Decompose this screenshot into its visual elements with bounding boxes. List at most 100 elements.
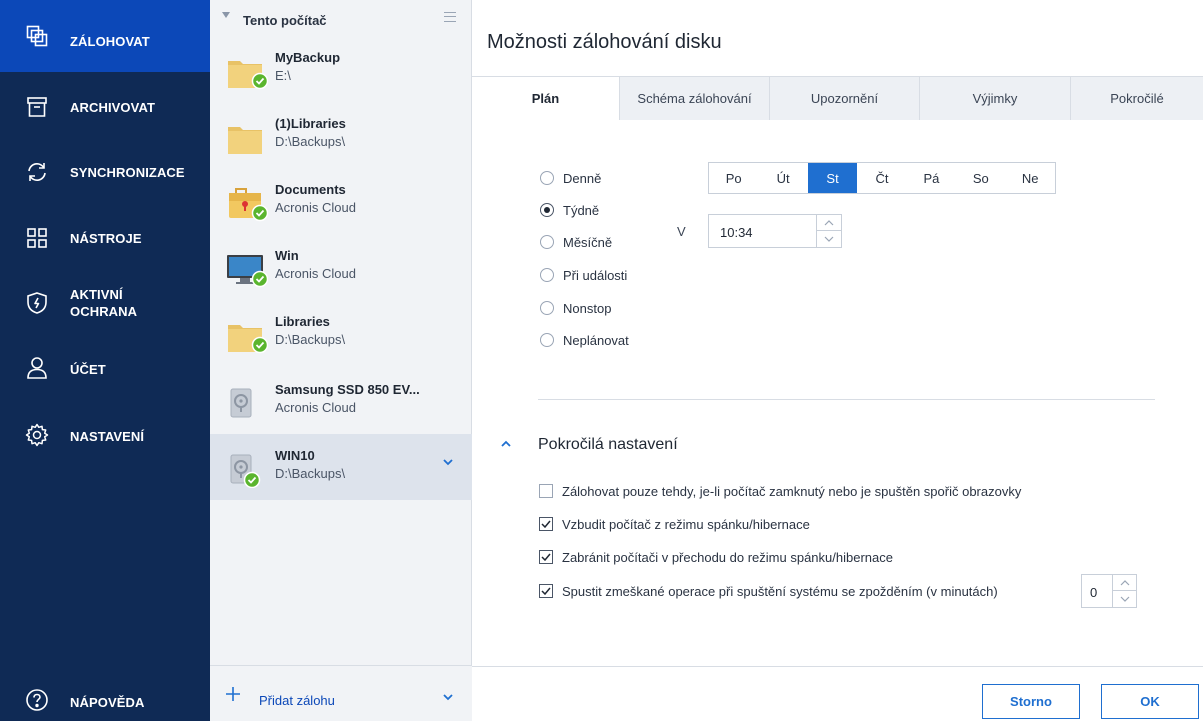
ok-button[interactable]: OK <box>1101 684 1199 719</box>
day-sat[interactable]: So <box>956 163 1005 193</box>
checkmark-icon <box>541 553 551 561</box>
nav-item-settings[interactable]: NASTAVENÍ <box>0 402 210 468</box>
backup-name: Win <box>275 248 299 263</box>
spin-up-button[interactable] <box>1113 575 1137 591</box>
backup-path: Acronis Cloud <box>275 266 356 281</box>
checkbox-label: Zabránit počítači v přechodu do režimu s… <box>562 549 893 565</box>
backup-name: Documents <box>275 182 346 197</box>
spin-down-button[interactable] <box>1113 591 1137 607</box>
schedule-none-radio[interactable]: Neplánovat <box>540 330 629 350</box>
spin-down-button[interactable] <box>817 231 841 247</box>
radio-label: Při události <box>563 267 628 283</box>
radio-label: Neplánovat <box>563 332 629 348</box>
tab-plan[interactable]: Plán <box>472 77 619 120</box>
nav-label: NASTAVENÍ <box>70 429 145 444</box>
nav-item-sync[interactable]: SYNCHRONIZACE <box>0 138 210 204</box>
briefcase-icon <box>229 188 268 222</box>
folder-icon <box>228 127 262 154</box>
backup-path: D:\Backups\ <box>275 134 346 149</box>
chevron-up-icon[interactable] <box>500 440 512 448</box>
nav-item-archive[interactable]: ARCHIVOVAT <box>0 72 210 138</box>
checkbox[interactable] <box>539 550 553 564</box>
schedule-daily-radio[interactable]: Denně <box>540 168 601 188</box>
backup-list-panel: Tento počítač MyBackup E:\ (1)Libraries … <box>210 0 472 721</box>
radio-label: Denně <box>563 170 602 186</box>
nav-label: NÁPOVĚDA <box>70 695 145 710</box>
backup-name: Samsung SSD 850 EV... <box>275 382 420 397</box>
day-thu[interactable]: Čt <box>857 163 906 193</box>
checkbox-label: Zálohovat pouze tehdy, je-li počítač zam… <box>562 483 1022 499</box>
nav-item-backup[interactable]: ZÁLOHOVAT <box>0 0 210 72</box>
checkbox[interactable] <box>539 584 553 598</box>
backup-item-win10[interactable]: WIN10 D:\Backups\ <box>210 434 472 500</box>
nav-item-tools[interactable]: NÁSTROJE <box>0 204 210 270</box>
disk-icon <box>230 454 261 488</box>
backup-name: WIN10 <box>275 448 315 463</box>
backup-item-samsung-ssd[interactable]: Samsung SSD 850 EV... Acronis Cloud <box>210 368 472 434</box>
backup-path: E:\ <box>275 68 291 83</box>
delay-minutes-input[interactable]: 0 <box>1081 574 1137 608</box>
day-tue[interactable]: Út <box>758 163 807 193</box>
nav-item-active-protection[interactable]: AKTIVNÍ OCHRANA <box>0 270 210 336</box>
account-icon <box>24 355 50 381</box>
add-backup-label: Přidat zálohu <box>259 693 335 708</box>
day-fri[interactable]: Pá <box>907 163 956 193</box>
spin-up-button[interactable] <box>817 215 841 231</box>
collapse-caret-icon[interactable] <box>222 12 230 18</box>
backup-path: Acronis Cloud <box>275 400 356 415</box>
radio-button[interactable] <box>540 235 554 249</box>
tab-backup-scheme[interactable]: Schéma zálohování <box>619 77 769 120</box>
backup-when-locked-checkbox[interactable]: Zálohovat pouze tehdy, je-li počítač zam… <box>539 481 1021 501</box>
wake-from-sleep-checkbox[interactable]: Vzbudit počítač z režimu spánku/hibernac… <box>539 514 810 534</box>
add-backup-button[interactable]: Přidat zálohu <box>210 665 472 721</box>
backup-list-title: Tento počítač <box>243 13 327 28</box>
tab-notifications[interactable]: Upozornění <box>769 77 919 120</box>
advanced-settings-title: Pokročilá nastavení <box>538 436 678 453</box>
backup-item-win[interactable]: Win Acronis Cloud <box>210 234 472 300</box>
time-input[interactable]: 10:34 <box>708 214 842 248</box>
tools-grid-icon <box>24 225 50 251</box>
nav-label: AKTIVNÍ OCHRANA <box>70 286 137 320</box>
backup-path: D:\Backups\ <box>275 466 346 481</box>
chevron-down-icon[interactable] <box>442 458 454 466</box>
menu-icon[interactable] <box>444 12 456 22</box>
delay-value: 0 <box>1090 585 1098 600</box>
checkbox[interactable] <box>539 517 553 531</box>
radio-button[interactable] <box>540 268 554 282</box>
backup-name: MyBackup <box>275 50 341 65</box>
nav-label: ZÁLOHOVAT <box>70 34 150 49</box>
backup-item-libraries[interactable]: Libraries D:\Backups\ <box>210 300 472 366</box>
radio-button[interactable] <box>540 333 554 347</box>
schedule-nonstop-radio[interactable]: Nonstop <box>540 298 611 318</box>
day-sun[interactable]: Ne <box>1006 163 1055 193</box>
time-value: 10:34 <box>720 225 753 240</box>
nav-item-help[interactable]: NÁPOVĚDA <box>0 680 210 721</box>
backup-icon <box>24 23 50 49</box>
day-mon[interactable]: Po <box>709 163 758 193</box>
chevron-down-icon[interactable] <box>442 693 454 701</box>
cancel-button[interactable]: Storno <box>982 684 1080 719</box>
day-wed[interactable]: St <box>807 163 858 193</box>
backup-item-1libraries[interactable]: (1)Libraries D:\Backups\ <box>210 102 472 168</box>
nav-item-account[interactable]: ÚČET <box>0 336 210 402</box>
schedule-weekly-radio[interactable]: Týdně <box>540 200 599 220</box>
schedule-on-event-radio[interactable]: Při události <box>540 265 627 285</box>
run-missed-operations-checkbox[interactable]: Spustit zmeškané operace při spuštění sy… <box>539 581 998 601</box>
backup-item-documents[interactable]: Documents Acronis Cloud <box>210 168 472 234</box>
nav-label: ARCHIVOVAT <box>70 100 156 115</box>
nav-label-line1: AKTIVNÍ <box>70 287 123 302</box>
main-navigation: ZÁLOHOVAT ARCHIVOVAT SYNCHRONIZACE NÁSTR… <box>0 0 210 721</box>
tab-exclusions[interactable]: Výjimky <box>919 77 1070 120</box>
radio-button[interactable] <box>540 301 554 315</box>
backup-path: Acronis Cloud <box>275 200 356 215</box>
checkbox[interactable] <box>539 484 553 498</box>
backup-item-mybackup[interactable]: MyBackup E:\ <box>210 36 472 102</box>
radio-button[interactable] <box>540 171 554 185</box>
checkmark-icon <box>541 520 551 528</box>
radio-button[interactable] <box>540 203 554 217</box>
schedule-monthly-radio[interactable]: Měsíčně <box>540 232 612 252</box>
tab-advanced[interactable]: Pokročilé <box>1070 77 1203 120</box>
checkmark-icon <box>541 587 551 595</box>
prevent-sleep-checkbox[interactable]: Zabránit počítači v přechodu do režimu s… <box>539 547 893 567</box>
disk-backup-options-panel: Možnosti zálohování disku Plán Schéma zá… <box>472 0 1203 721</box>
